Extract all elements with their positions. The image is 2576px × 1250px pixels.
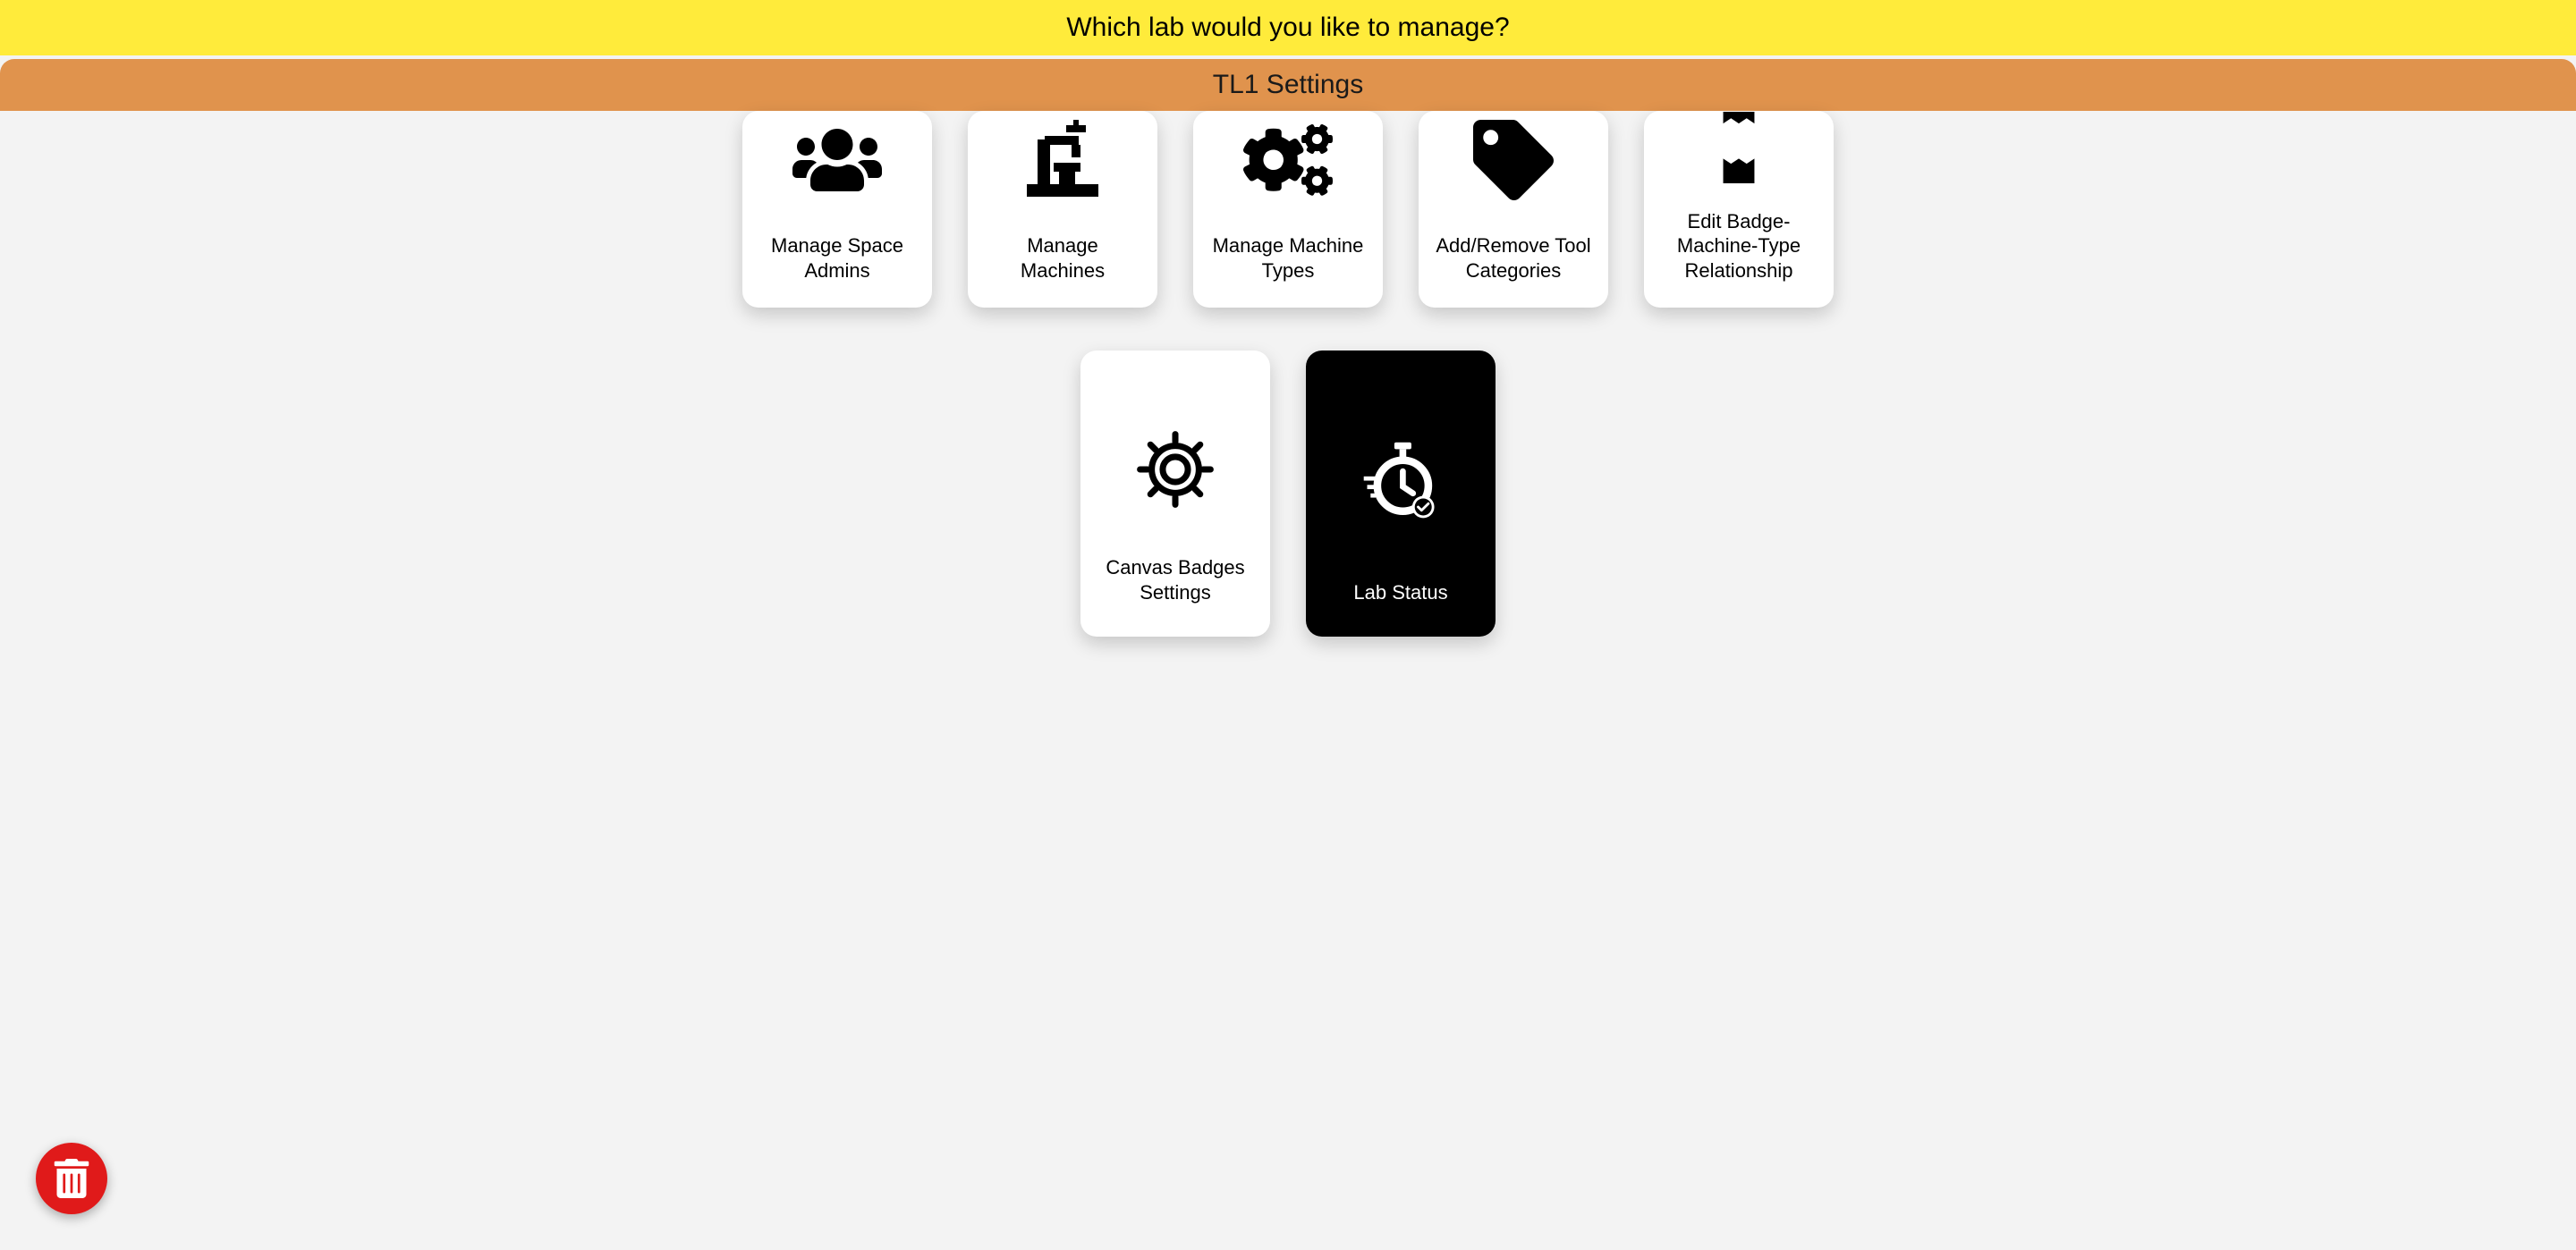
delete-button[interactable] bbox=[36, 1143, 107, 1214]
gears-icon bbox=[1243, 111, 1333, 233]
card-label: Manage Machine Types bbox=[1209, 233, 1367, 283]
trash-icon bbox=[54, 1159, 89, 1198]
card-label: Lab Status bbox=[1353, 580, 1447, 605]
card-row-2: Canvas Badges Settings Lab Status bbox=[36, 351, 2540, 637]
users-icon bbox=[792, 111, 882, 233]
card-label: Manage Space Admins bbox=[758, 233, 916, 283]
main-content: Manage Space Admins Manage Machines bbox=[0, 111, 2576, 672]
card-manage-space-admins[interactable]: Manage Space Admins bbox=[742, 111, 932, 308]
card-lab-status[interactable]: Lab Status bbox=[1306, 351, 1496, 637]
gear-icon bbox=[1135, 383, 1216, 555]
card-add-remove-tool-categories[interactable]: Add/Remove Tool Categories bbox=[1419, 111, 1608, 308]
page-title: Which lab would you like to manage? bbox=[0, 0, 2576, 55]
card-manage-machine-types[interactable]: Manage Machine Types bbox=[1193, 111, 1383, 308]
stopwatch-check-icon bbox=[1359, 383, 1444, 580]
card-label: Manage Machines bbox=[984, 233, 1141, 283]
card-manage-machines[interactable]: Manage Machines bbox=[968, 111, 1157, 308]
card-edit-badge-machine-type[interactable]: Edit Badge-Machine-Type Relationship bbox=[1644, 111, 1834, 308]
card-canvas-badges-settings[interactable]: Canvas Badges Settings bbox=[1080, 351, 1270, 637]
machine-icon bbox=[1018, 111, 1107, 233]
badge-icon bbox=[1712, 111, 1766, 209]
tag-icon bbox=[1473, 111, 1554, 233]
settings-title: TL1 Settings bbox=[0, 59, 2576, 111]
card-label: Edit Badge-Machine-Type Relationship bbox=[1660, 209, 1818, 283]
card-row-1: Manage Space Admins Manage Machines bbox=[36, 111, 2540, 308]
card-label: Canvas Badges Settings bbox=[1097, 555, 1254, 604]
card-label: Add/Remove Tool Categories bbox=[1435, 233, 1592, 283]
